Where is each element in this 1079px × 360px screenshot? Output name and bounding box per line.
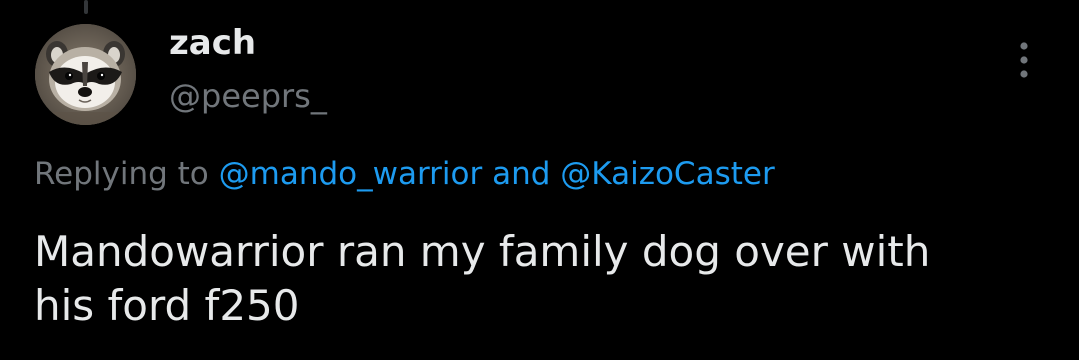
mention-link-kaizocaster[interactable]: @KaizoCaster: [560, 156, 774, 192]
tweet-text: Mandowarrior ran my family dog over with…: [34, 225, 1054, 333]
author-display-name[interactable]: zach: [169, 22, 256, 64]
tweet-text-line: Mandowarrior ran my family dog over with: [34, 227, 931, 276]
thread-connector-line: [84, 0, 88, 14]
replying-to-label: Replying to: [34, 156, 209, 192]
tweet-text-line: his ford f250: [34, 281, 300, 330]
raccoon-avatar-icon: [35, 24, 136, 125]
author-handle[interactable]: @peeprs_: [169, 75, 327, 117]
mention-link-mando-warrior[interactable]: @mando_warrior: [219, 156, 483, 192]
avatar[interactable]: [35, 24, 136, 125]
replying-to-conjunction: and: [492, 156, 551, 192]
replying-to-line: Replying to @mando_warrior and @KaizoCas…: [34, 152, 775, 196]
more-options-button[interactable]: [1004, 36, 1044, 84]
more-options-icon: [1020, 42, 1028, 78]
